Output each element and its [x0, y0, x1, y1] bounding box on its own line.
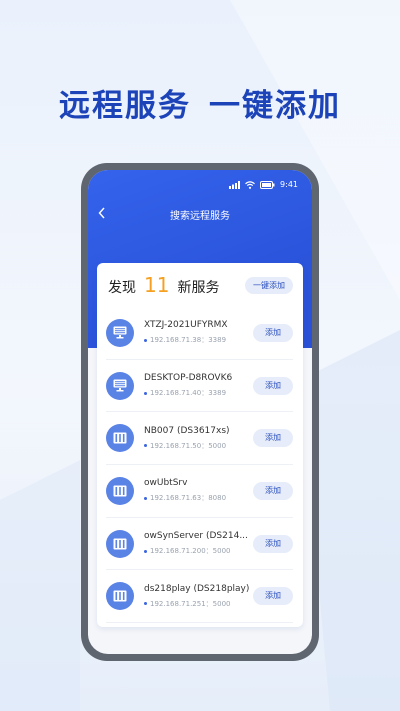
device-name: owUbtSrv: [144, 478, 188, 489]
device-name: NB007 (DS3617xs): [144, 425, 230, 436]
nas-icon: [106, 424, 134, 453]
address-dot-icon: [144, 602, 147, 606]
device-name: owSynServer (DS214...: [144, 531, 248, 542]
nav-title: 搜索远程服务: [170, 210, 230, 222]
headline-part-2: 一键添加: [209, 88, 341, 124]
desktop-icon: [106, 318, 134, 347]
device-address-row: 192.168.71.40：3389: [144, 388, 253, 398]
nas-icon: [106, 529, 134, 558]
headline: 远程服务 一键添加: [0, 80, 400, 125]
device-address: 192.168.71.38：3389: [150, 336, 227, 345]
address-dot-icon: [144, 391, 147, 395]
device-address: 192.168.71.200：5000: [150, 547, 231, 556]
device-name: ds218play (DS218play): [144, 583, 250, 594]
add-device-button[interactable]: 添加: [253, 429, 293, 448]
address-dot-icon: [144, 549, 147, 553]
add-all-button[interactable]: 一键添加: [245, 276, 293, 294]
device-item[interactable]: owSynServer (DS214... 192.168.71.200：500…: [106, 518, 293, 571]
wifi-icon: [245, 180, 255, 189]
device-name: DESKTOP-D8ROVK6: [144, 373, 233, 384]
device-item[interactable]: ds218play (DS218play) 192.168.71.251：500…: [106, 570, 293, 624]
found-count: 11: [144, 273, 170, 297]
device-address-row: 192.168.71.38：3389: [144, 335, 253, 345]
device-info: XTZJ-2021UFYRMX 192.168.71.38：3389: [144, 320, 253, 345]
device-info: DESKTOP-D8ROVK6 192.168.71.40：3389: [144, 373, 253, 398]
device-info: owSynServer (DS214... 192.168.71.200：500…: [144, 531, 253, 556]
device-address: 192.168.71.63：8080: [150, 494, 227, 503]
device-address: 192.168.71.251：5000: [150, 599, 231, 608]
back-icon[interactable]: [98, 207, 106, 219]
desktop-icon: [106, 371, 134, 400]
device-address-row: 192.168.71.50：5000: [144, 441, 253, 451]
add-device-button[interactable]: 添加: [253, 323, 293, 342]
device-info: NB007 (DS3617xs) 192.168.71.50：5000: [144, 426, 253, 451]
nas-icon: [106, 476, 134, 505]
signal-icon: [229, 180, 241, 189]
headline-part-1: 远程服务: [59, 88, 191, 124]
found-summary: 发现 11 新服务: [108, 273, 219, 297]
device-address-row: 192.168.71.200：5000: [144, 546, 253, 556]
address-dot-icon: [144, 444, 147, 448]
device-list: XTZJ-2021UFYRMX 192.168.71.38：3389 添加 DE…: [97, 307, 303, 624]
battery-icon: [260, 180, 275, 189]
add-device-button[interactable]: 添加: [253, 587, 293, 606]
phone-screen: 9:41 搜索远程服务 发现 11 新服务 一键添加 XTZJ-2021UFYR…: [88, 170, 312, 654]
device-info: owUbtSrv 192.168.71.63：8080: [144, 478, 253, 503]
device-item[interactable]: owUbtSrv 192.168.71.63：8080 添加: [106, 465, 293, 518]
device-item[interactable]: DESKTOP-D8ROVK6 192.168.71.40：3389 添加: [106, 360, 293, 413]
device-address: 192.168.71.50：5000: [150, 441, 227, 450]
found-suffix: 新服务: [177, 280, 220, 296]
card-header: 发现 11 新服务 一键添加: [97, 263, 303, 307]
device-item[interactable]: NB007 (DS3617xs) 192.168.71.50：5000 添加: [106, 412, 293, 466]
service-card: 发现 11 新服务 一键添加 XTZJ-2021UFYRMX 192.168.7…: [97, 263, 303, 627]
add-device-button[interactable]: 添加: [253, 481, 293, 500]
status-bar: 9:41: [229, 180, 298, 189]
phone-frame: 9:41 搜索远程服务 发现 11 新服务 一键添加 XTZJ-2021UFYR…: [81, 163, 319, 661]
nav-bar: 搜索远程服务: [88, 204, 312, 224]
add-device-button[interactable]: 添加: [253, 534, 293, 553]
device-item[interactable]: XTZJ-2021UFYRMX 192.168.71.38：3389 添加: [106, 307, 293, 360]
found-prefix: 发现: [108, 280, 136, 296]
nas-icon: [106, 582, 134, 611]
device-name: XTZJ-2021UFYRMX: [144, 320, 228, 331]
device-address-row: 192.168.71.63：8080: [144, 493, 253, 503]
add-device-button[interactable]: 添加: [253, 376, 293, 395]
device-address: 192.168.71.40：3389: [150, 389, 227, 398]
address-dot-icon: [144, 496, 147, 500]
status-time: 9:41: [280, 180, 298, 189]
device-info: ds218play (DS218play) 192.168.71.251：500…: [144, 584, 253, 609]
address-dot-icon: [144, 338, 147, 342]
device-address-row: 192.168.71.251：5000: [144, 599, 253, 609]
